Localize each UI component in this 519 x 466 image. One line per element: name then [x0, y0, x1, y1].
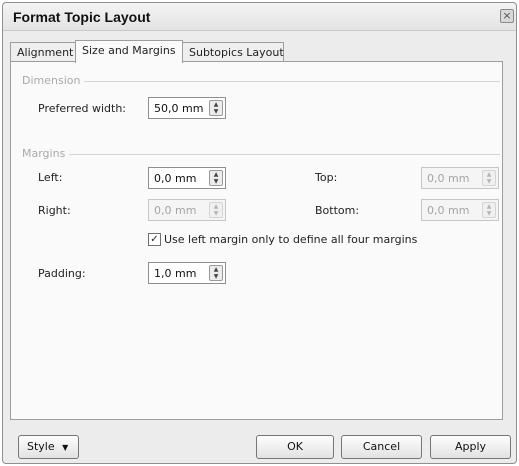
bottom-margin-value: 0,0 mm [427, 204, 470, 217]
margins-divider [22, 154, 500, 155]
left-margin-stepper[interactable]: 0,0 mm ▲ ▼ [148, 167, 226, 189]
style-button-label: Style [27, 440, 55, 453]
right-margin-value: 0,0 mm [154, 204, 197, 217]
spin-down-icon: ▼ [486, 178, 492, 185]
top-margin-stepper: 0,0 mm ▲ ▼ [421, 167, 499, 189]
spin-down-icon[interactable]: ▼ [210, 108, 222, 116]
left-margin-value: 0,0 mm [154, 172, 197, 185]
ok-button-label: OK [287, 440, 303, 453]
preferred-width-value: 50,0 mm [154, 102, 204, 115]
right-margin-spin-buttons: ▲ ▼ [209, 202, 223, 218]
left-margin-label: Left: [38, 171, 63, 184]
preferred-width-label: Preferred width: [38, 102, 127, 115]
padding-spin-buttons[interactable]: ▲ ▼ [209, 265, 223, 281]
use-left-margin-checkbox[interactable]: ✓ [148, 233, 161, 246]
dimension-header: Dimension [22, 74, 85, 87]
ok-button[interactable]: OK [256, 435, 334, 459]
bottom-margin-stepper: 0,0 mm ▲ ▼ [421, 199, 499, 221]
dimension-divider [22, 81, 500, 82]
close-icon[interactable]: × [500, 9, 514, 23]
apply-button-label: Apply [454, 440, 487, 453]
left-margin-spin-buttons[interactable]: ▲ ▼ [209, 170, 223, 186]
tab-alignment[interactable]: Alignment [10, 42, 76, 62]
tab-subtopics-layout-label: Subtopics Layout [189, 46, 284, 59]
spin-down-icon[interactable]: ▼ [210, 178, 222, 186]
padding-value: 1,0 mm [154, 267, 197, 280]
spin-down-icon[interactable]: ▼ [210, 273, 222, 281]
cancel-button[interactable]: Cancel [341, 435, 422, 459]
top-margin-label: Top: [315, 171, 338, 184]
tab-size-and-margins-label: Size and Margins [82, 44, 176, 57]
bottom-margin-spin-buttons: ▲ ▼ [482, 202, 496, 218]
tab-size-and-margins[interactable]: Size and Margins [75, 40, 183, 63]
preferred-width-spin-buttons[interactable]: ▲ ▼ [209, 100, 223, 116]
right-margin-stepper: 0,0 mm ▲ ▼ [148, 199, 226, 221]
dialog-title: Format Topic Layout [13, 9, 151, 25]
style-dropdown-button[interactable]: Style ▼ [18, 435, 79, 459]
bottom-margin-label: Bottom: [315, 204, 360, 217]
cancel-button-label: Cancel [362, 440, 401, 453]
margins-header: Margins [22, 147, 70, 160]
tab-subtopics-layout[interactable]: Subtopics Layout [182, 42, 284, 62]
spin-down-icon: ▼ [486, 210, 492, 217]
right-margin-label: Right: [38, 204, 71, 217]
top-margin-spin-buttons: ▲ ▼ [482, 170, 496, 186]
preferred-width-stepper[interactable]: 50,0 mm ▲ ▼ [148, 97, 226, 119]
padding-stepper[interactable]: 1,0 mm ▲ ▼ [148, 262, 226, 284]
padding-label: Padding: [38, 267, 86, 280]
top-margin-value: 0,0 mm [427, 172, 470, 185]
tab-alignment-label: Alignment [17, 46, 74, 59]
use-left-margin-label[interactable]: Use left margin only to define all four … [164, 233, 417, 246]
apply-button[interactable]: Apply [430, 435, 511, 459]
title-bar[interactable]: Format Topic Layout × [3, 3, 516, 31]
spin-down-icon: ▼ [213, 210, 219, 217]
chevron-down-icon: ▼ [62, 443, 69, 452]
